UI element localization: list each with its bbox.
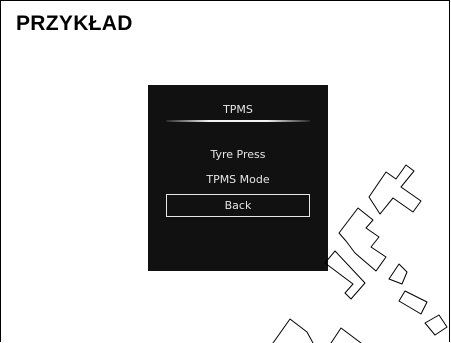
menu-item-tpms-mode[interactable]: TPMS Mode: [148, 173, 328, 186]
screen-title: TPMS: [223, 103, 253, 116]
menu-item-tyre-press[interactable]: Tyre Press: [148, 148, 328, 161]
example-frame: PRZYKŁAD TPMS Tyre Press TPMS Mode Back: [0, 0, 450, 343]
menu-item-back[interactable]: Back: [166, 194, 310, 217]
tpms-screen: TPMS Tyre Press TPMS Mode Back: [148, 85, 328, 271]
title-underline: [166, 120, 310, 122]
example-heading: PRZYKŁAD: [16, 12, 133, 35]
